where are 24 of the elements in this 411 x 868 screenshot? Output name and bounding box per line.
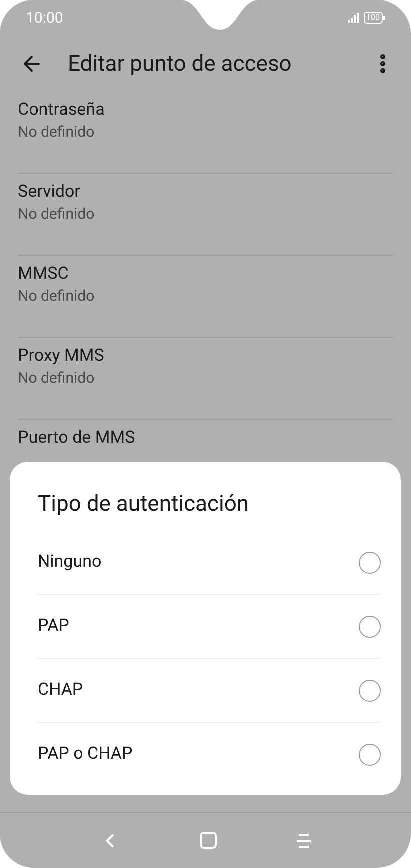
setting-title[interactable]: Puerto de MMS [18,426,393,450]
radio-option[interactable]: PAP [38,595,381,659]
setting-value: No definido [18,368,96,388]
radio-button[interactable] [359,616,381,638]
page-title: Editar punto de acceso [68,50,292,78]
radio-button[interactable] [359,552,381,574]
setting-title[interactable]: Proxy MMS [18,344,393,368]
setting-value: No definido [18,204,96,224]
radio-option[interactable]: CHAP [38,659,381,723]
radio-option[interactable]: Ninguno [38,531,381,595]
status-time: 10:00 [26,8,64,29]
dialog-title: Tipo de autenticación [38,491,250,519]
radio-button[interactable] [359,744,381,766]
setting-title[interactable]: MMSC [18,262,393,286]
setting-value: No definido [18,122,96,142]
setting-title[interactable]: Contraseña [18,98,393,122]
home-icon[interactable] [200,832,217,849]
battery-icon: 100 [364,12,385,24]
radio-option[interactable]: PAP o CHAP [38,723,381,787]
setting-title[interactable]: Servidor [18,180,393,204]
menu-icon[interactable] [296,832,312,848]
setting-value: No definido [18,286,96,306]
signal-icon [348,13,360,23]
radio-button[interactable] [359,680,381,702]
